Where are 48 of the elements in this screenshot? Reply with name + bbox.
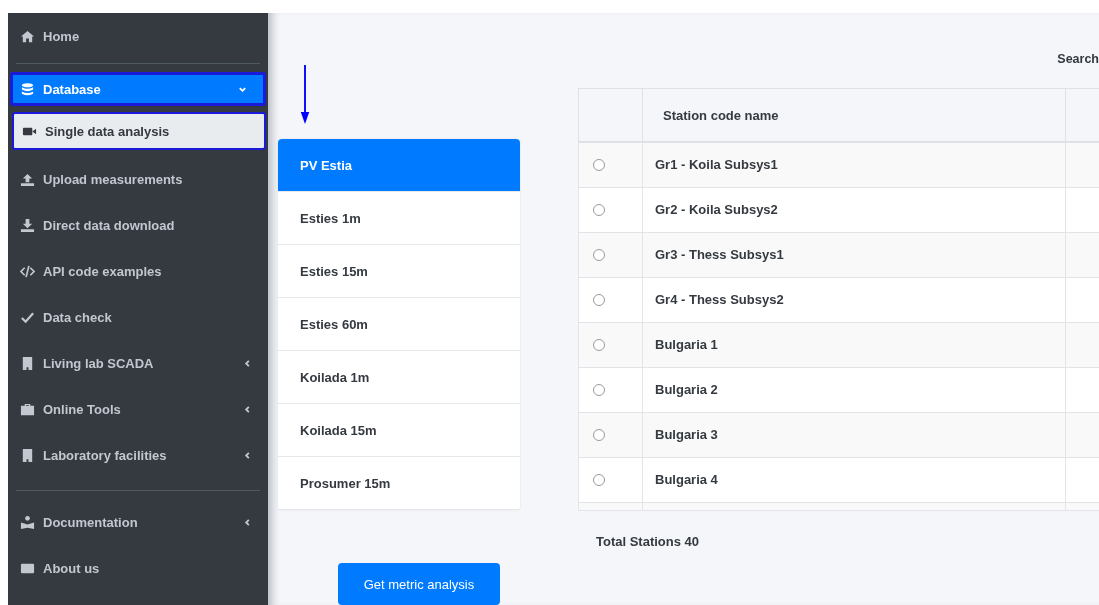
dataset-item[interactable]: Koilada 1m [278, 351, 520, 404]
dataset-item[interactable]: Prosumer 15m [278, 457, 520, 510]
table-cell: Gr3 - Thess Subsys1 [642, 232, 1066, 277]
radio-button[interactable] [593, 293, 605, 306]
get-metric-analysis-button[interactable]: Get metric analysis [338, 563, 500, 605]
nav-item[interactable]: Database [10, 72, 266, 106]
radio-button[interactable] [593, 338, 605, 351]
database-icon [20, 81, 35, 97]
nav-item[interactable]: About us [8, 545, 268, 591]
column-header[interactable]: Station code name [642, 88, 1066, 142]
table-cell: Gr1 - Koila Subsys1 [642, 142, 1066, 187]
table-cell: Gr4 - Thess Subsys2 [642, 277, 1066, 322]
building-icon [20, 355, 35, 371]
radio-button[interactable] [593, 383, 605, 396]
building-icon [20, 447, 35, 463]
radio-button[interactable] [593, 428, 605, 441]
code-icon [20, 263, 35, 279]
radio-button[interactable] [593, 203, 605, 216]
dataset-item[interactable]: Koilada 15m [278, 404, 520, 457]
home-icon [20, 28, 35, 44]
nav-item[interactable]: Upload measurements [8, 156, 268, 202]
table-cell: Bulgaria 2 [642, 367, 1066, 412]
toolbox-icon [20, 401, 35, 417]
radio-button[interactable] [593, 473, 605, 486]
dataset-item[interactable]: Esties 1m [278, 192, 520, 245]
radio-button[interactable] [593, 158, 605, 171]
search-label: Search [1057, 52, 1099, 66]
download-icon [20, 217, 35, 233]
nav-item[interactable]: Data check [8, 294, 268, 340]
nav-item[interactable]: Single data analysis [12, 112, 266, 150]
upload-icon [20, 171, 35, 187]
nav-item[interactable]: API code examples [8, 248, 268, 294]
nav-item[interactable]: Direct data download [8, 202, 268, 248]
total-stations-text: Total Stations 40 [596, 533, 701, 549]
dataset-item[interactable]: Esties 15m [278, 245, 520, 298]
table-cell: Bulgaria 1 [642, 322, 1066, 367]
table-cell: Bulgaria 4 [642, 457, 1066, 502]
nav-item[interactable]: Documentation [8, 499, 268, 545]
table-cell: Bulgaria 3 [642, 412, 1066, 457]
down-arrow [299, 65, 311, 125]
nav-item[interactable]: Online Tools [8, 386, 268, 432]
nav-item[interactable]: Laboratory facilities [8, 432, 268, 478]
radio-button[interactable] [593, 248, 605, 261]
dataset-item[interactable]: Esties 60m [278, 298, 520, 351]
table-cell: Gr2 - Koila Subsys2 [642, 187, 1066, 232]
dataset-item[interactable]: PV Estia [278, 139, 520, 192]
nav-item[interactable]: Home [8, 21, 268, 51]
nav-item[interactable]: Living lab SCADA [8, 340, 268, 386]
